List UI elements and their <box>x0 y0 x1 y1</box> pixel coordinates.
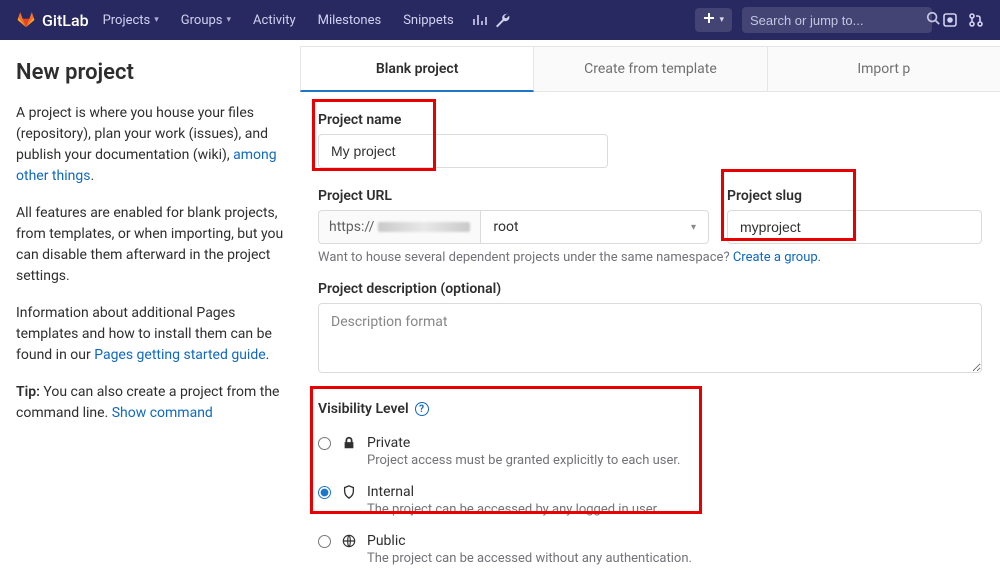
brand[interactable]: GitLab <box>16 8 89 32</box>
admin-wrench-icon[interactable] <box>494 12 510 28</box>
visibility-section: Visibility Level ? Private Project acces… <box>318 401 982 576</box>
globe-icon <box>341 534 357 548</box>
project-description-input[interactable] <box>318 303 982 373</box>
create-group-link[interactable]: Create a group. <box>733 250 821 265</box>
project-slug-input[interactable] <box>727 210 982 244</box>
project-url-prefix: https:// <box>318 210 480 244</box>
gitlab-logo-icon <box>16 8 36 32</box>
chevron-down-icon: ▾ <box>719 15 724 25</box>
url-slug-row: Project URL https:// root ▾ Project slug <box>318 188 982 244</box>
search-input[interactable] <box>750 13 926 28</box>
tab-blank-project[interactable]: Blank project <box>300 46 534 92</box>
tip-label: Tip: <box>16 384 40 400</box>
visibility-title: Visibility Level ? <box>318 401 982 417</box>
visibility-desc-internal: The project can be accessed by any logge… <box>367 502 660 517</box>
project-slug-field: Project slug <box>727 188 982 244</box>
sidebar: New project A project is where you house… <box>0 40 300 576</box>
tab-import-project[interactable]: Import p <box>768 46 1000 91</box>
visibility-help-icon[interactable]: ? <box>415 402 429 416</box>
search-bar[interactable] <box>742 7 932 33</box>
show-command-link[interactable]: Show command <box>112 405 213 421</box>
visibility-label-public: Public <box>367 533 692 549</box>
visibility-option-public[interactable]: Public The project can be accessed witho… <box>318 527 982 576</box>
project-description-label: Project description (optional) <box>318 281 982 297</box>
page-title: New project <box>16 60 284 85</box>
operations-dashboard-icon[interactable] <box>472 12 488 28</box>
tab-create-from-template[interactable]: Create from template <box>534 46 767 91</box>
project-name-label: Project name <box>318 112 982 128</box>
visibility-label-internal: Internal <box>367 484 660 500</box>
project-type-tabs: Blank project Create from template Impor… <box>300 46 1000 92</box>
page: New project A project is where you house… <box>0 40 1000 576</box>
visibility-option-private[interactable]: Private Project access must be granted e… <box>318 429 982 478</box>
sidebar-paragraph-features: All features are enabled for blank proje… <box>16 203 284 287</box>
new-project-form: Project name Project URL https:// root ▾ <box>300 92 1000 576</box>
sidebar-paragraph-pages: Information about additional Pages templ… <box>16 303 284 366</box>
project-url-label: Project URL <box>318 188 709 204</box>
project-url-group: https:// root ▾ <box>318 210 709 244</box>
redacted-host <box>378 222 470 232</box>
project-name-input[interactable] <box>318 134 608 168</box>
issues-icon[interactable] <box>942 12 958 28</box>
new-dropdown-button[interactable]: ▾ <box>695 8 732 32</box>
visibility-desc-private: Project access must be granted explicitl… <box>367 453 680 468</box>
namespace-helper: Want to house several dependent projects… <box>318 250 982 265</box>
nav-snippets[interactable]: Snippets <box>395 13 462 28</box>
shield-icon <box>341 485 357 499</box>
visibility-option-internal[interactable]: Internal The project can be accessed by … <box>318 478 982 527</box>
nav-projects[interactable]: Projects▾ <box>95 13 167 28</box>
chevron-down-icon: ▾ <box>154 15 159 25</box>
project-url-field: Project URL https:// root ▾ <box>318 188 709 244</box>
nav-activity[interactable]: Activity <box>245 13 304 28</box>
merge-requests-icon[interactable] <box>968 12 984 28</box>
visibility-radio-public[interactable] <box>318 535 331 548</box>
navbar-left: GitLab Projects▾ Groups▾ Activity Milest… <box>16 8 510 32</box>
brand-label: GitLab <box>42 11 89 30</box>
project-slug-label: Project slug <box>727 188 982 204</box>
top-navbar: GitLab Projects▾ Groups▾ Activity Milest… <box>0 0 1000 40</box>
project-name-field: Project name <box>318 112 982 168</box>
search-icon <box>926 11 940 29</box>
nav-milestones[interactable]: Milestones <box>310 13 390 28</box>
sidebar-paragraph-tip: Tip: You can also create a project from … <box>16 382 284 424</box>
sidebar-paragraph-intro: A project is where you house your files … <box>16 103 284 187</box>
lock-icon <box>341 436 357 450</box>
chevron-down-icon: ▾ <box>691 222 696 233</box>
visibility-radio-internal[interactable] <box>318 486 331 499</box>
visibility-radio-private[interactable] <box>318 437 331 450</box>
namespace-selected: root <box>493 219 518 235</box>
chevron-down-icon: ▾ <box>227 15 232 25</box>
pages-guide-link[interactable]: Pages getting started guide <box>94 347 265 363</box>
main: Blank project Create from template Impor… <box>300 40 1000 576</box>
namespace-select[interactable]: root ▾ <box>480 210 709 244</box>
visibility-desc-public: The project can be accessed without any … <box>367 551 692 566</box>
nav-groups[interactable]: Groups▾ <box>173 13 239 28</box>
plus-icon <box>703 12 715 28</box>
visibility-label-private: Private <box>367 435 680 451</box>
navbar-right: ▾ <box>695 7 984 33</box>
